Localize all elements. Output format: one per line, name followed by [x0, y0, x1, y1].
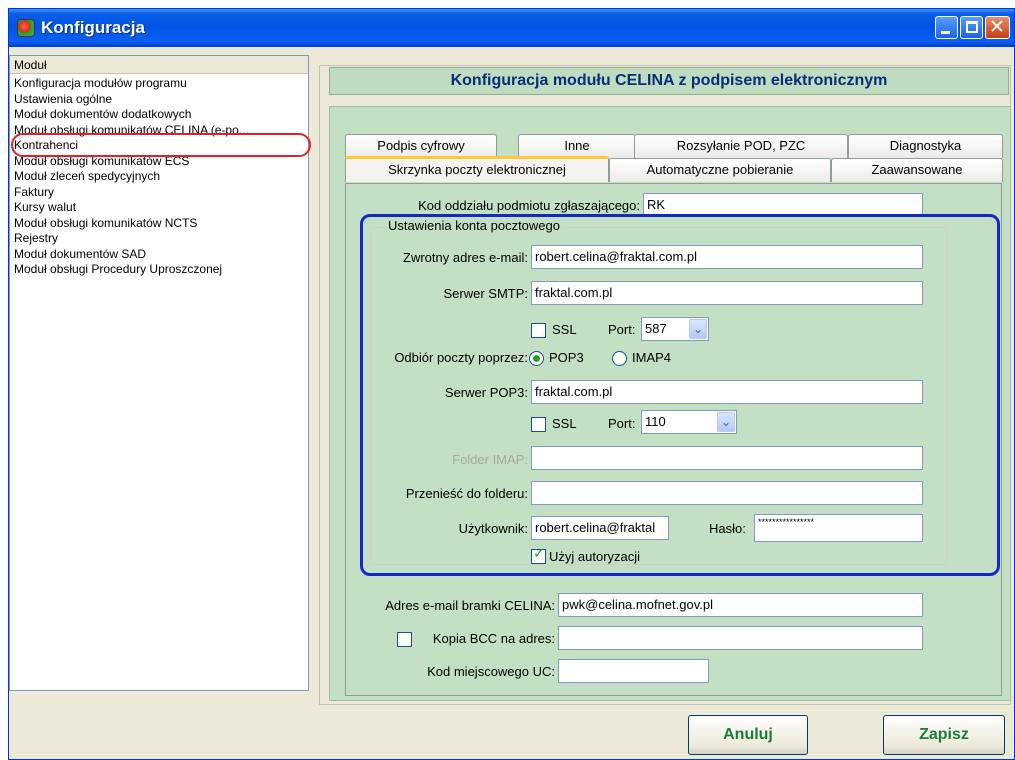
pop3-port-label: Port:	[608, 416, 636, 431]
kod-oddzialu-field[interactable]: RK	[643, 193, 923, 217]
smtp-ssl-checkbox[interactable]	[531, 323, 546, 338]
imap4-radio[interactable]	[612, 351, 627, 366]
sidebar-item-kontrahenci[interactable]: Kontrahenci	[10, 138, 308, 154]
tab-page-skrzynka: Kod oddziału podmiotu zgłaszającego: RK …	[345, 183, 1002, 696]
title-bar[interactable]: Konfiguracja ✕	[9, 9, 1014, 47]
pop3-radio-label: POP3	[549, 350, 584, 365]
sidebar-item-zlecenia-spedycyjne[interactable]: Moduł zleceń spedycyjnych	[10, 169, 308, 185]
settings-panel: Konfiguracja modułu CELINA z podpisem el…	[319, 65, 1011, 705]
folder-imap-field[interactable]	[531, 446, 923, 470]
close-button[interactable]: ✕	[985, 16, 1010, 39]
sidebar-item-kursy-walut[interactable]: Kursy walut	[10, 200, 308, 216]
tab-zaawansowane[interactable]: Zaawansowane	[831, 158, 1003, 182]
imap4-radio-label: IMAP4	[632, 350, 672, 365]
sidebar-item-dokumenty-sad[interactable]: Moduł dokumentów SAD	[10, 247, 308, 263]
haslo-label: Hasło:	[709, 521, 746, 536]
pop3-port-dropdown-button[interactable]: ⌄	[717, 412, 735, 432]
check-icon: ✓	[533, 546, 545, 562]
window-title: Konfiguracja	[41, 18, 145, 37]
config-window: Konfiguracja ✕ Moduł Konfiguracja modułó…	[8, 8, 1015, 760]
panel-header: Konfiguracja modułu CELINA z podpisem el…	[329, 67, 1009, 95]
bramka-celina-label: Adres e-mail bramki CELINA:	[385, 598, 555, 613]
tab-rozsylanie-pod-pzc[interactable]: Rozsyłanie POD, PZC	[634, 134, 848, 158]
pop3-port-value: 110	[645, 414, 666, 429]
kopia-bcc-label: Kopia BCC na adres:	[432, 631, 555, 646]
smtp-port-select[interactable]: 587 ⌄	[641, 317, 709, 341]
sidebar-item-faktury[interactable]: Faktury	[10, 185, 308, 201]
folder-imap-label: Folder IMAP:	[452, 452, 528, 467]
haslo-field[interactable]: ****************	[754, 514, 923, 542]
smtp-ssl-label: SSL	[552, 322, 577, 337]
przenies-folder-label: Przenieść do folderu:	[405, 486, 528, 501]
sidebar-item-dokumenty-dodatkowe[interactable]: Moduł dokumentów dodatkowych	[10, 107, 308, 123]
sidebar-item-ecs[interactable]: Moduł obsługi komunikatów ECS	[10, 154, 308, 170]
odbior-poczty-label: Odbiór poczty poprzez:	[394, 350, 528, 365]
close-icon: ✕	[989, 16, 1005, 38]
smtp-port-value: 587	[645, 321, 667, 336]
tab-automatyczne-pobieranie[interactable]: Automatyczne pobieranie	[609, 158, 831, 182]
smtp-port-label: Port:	[608, 322, 636, 337]
bramka-celina-field[interactable]: pwk@celina.mofnet.gov.pl	[558, 593, 923, 617]
module-list[interactable]: Moduł Konfiguracja modułów programu Usta…	[9, 55, 309, 691]
pop3-ssl-label: SSL	[552, 416, 577, 431]
sidebar-item-ustawienia-ogolne[interactable]: Ustawienia ogólne	[10, 92, 308, 108]
pop3-server-label: Serwer POP3:	[444, 385, 528, 400]
zwrotny-adres-field[interactable]: robert.celina@fraktal.com.pl	[531, 245, 923, 269]
pop3-port-select[interactable]: 110 ⌄	[641, 410, 737, 434]
kopia-bcc-field[interactable]	[558, 626, 923, 650]
tab-control: Podpis cyfrowy Inne Rozsyłanie POD, PZC …	[329, 106, 1011, 701]
maximize-icon	[966, 21, 978, 33]
uzytkownik-label: Użytkownik:	[458, 521, 528, 536]
radio-selected-dot	[533, 355, 540, 362]
pop3-ssl-checkbox[interactable]	[531, 417, 546, 432]
app-logo-icon	[17, 19, 35, 37]
autoryzacja-label: Użyj autoryzacji	[549, 549, 641, 564]
maximize-button[interactable]	[960, 16, 983, 39]
tab-diagnostyka[interactable]: Diagnostyka	[848, 134, 1003, 158]
tab-podpis-cyfrowy[interactable]: Podpis cyfrowy	[345, 134, 497, 158]
sidebar-item-ncts[interactable]: Moduł obsługi komunikatów NCTS	[10, 216, 308, 232]
smtp-server-label: Serwer SMTP:	[443, 286, 528, 301]
tab-inne[interactable]: Inne	[518, 134, 636, 158]
przenies-folder-field[interactable]	[531, 481, 923, 505]
smtp-port-dropdown-button[interactable]: ⌄	[689, 319, 707, 339]
cancel-button[interactable]: Anuluj	[688, 715, 808, 755]
sidebar-item-konfiguracja-modulow[interactable]: Konfiguracja modułów programu	[10, 76, 308, 92]
module-list-header[interactable]: Moduł	[10, 56, 308, 74]
minimize-icon	[941, 31, 950, 34]
kopia-bcc-checkbox[interactable]	[397, 632, 412, 647]
kod-uc-field[interactable]	[558, 659, 709, 683]
mail-account-group-title: Ustawienia konta pocztowego	[386, 218, 562, 233]
save-button[interactable]: Zapisz	[883, 715, 1005, 755]
kod-uc-label: Kod miejscowego UC:	[427, 664, 555, 679]
sidebar-item-celina[interactable]: Moduł obsługi komunikatów CELINA (e-po..…	[10, 123, 308, 139]
sidebar-item-rejestry[interactable]: Rejestry	[10, 231, 308, 247]
pop3-server-field[interactable]: fraktal.com.pl	[531, 380, 923, 404]
chevron-down-icon: ⌄	[693, 322, 704, 336]
uzytkownik-field[interactable]: robert.celina@fraktal	[531, 516, 669, 540]
tab-skrzynka-poczty[interactable]: Skrzynka poczty elektronicznej	[345, 156, 609, 182]
zwrotny-adres-label: Zwrotny adres e-mail:	[403, 250, 528, 265]
smtp-server-field[interactable]: fraktal.com.pl	[531, 281, 923, 305]
minimize-button[interactable]	[935, 16, 958, 39]
sidebar-item-procedura-uproszczona[interactable]: Moduł obsługi Procedury Uproszczonej	[10, 262, 308, 278]
chevron-down-icon: ⌄	[721, 415, 732, 429]
kod-oddzialu-label: Kod oddziału podmiotu zgłaszającego:	[418, 198, 640, 213]
autoryzacja-checkbox[interactable]: ✓	[531, 546, 546, 564]
pop3-radio[interactable]	[529, 351, 544, 366]
